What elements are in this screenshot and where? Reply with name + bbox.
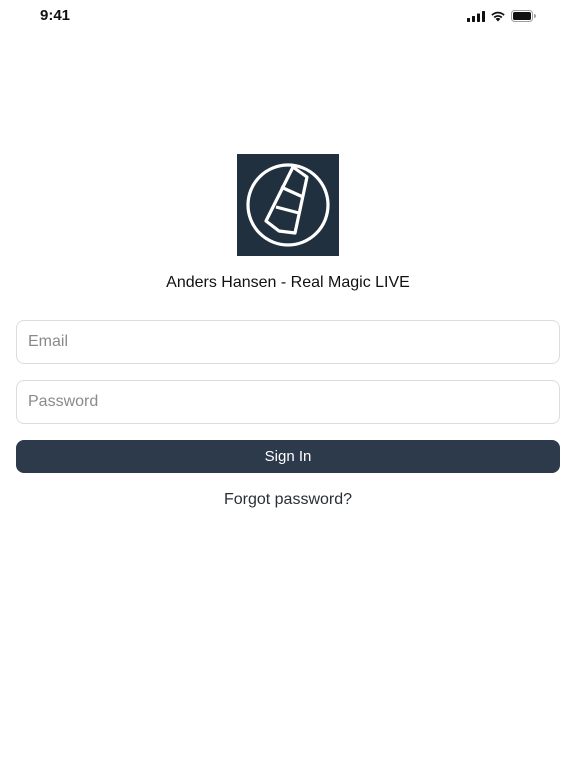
status-time: 9:41 [40, 7, 71, 24]
app-logo [237, 154, 339, 256]
buoy-logo-icon [246, 163, 330, 247]
email-field-container [16, 320, 560, 364]
login-screen: 9:41 Anders Hansen - Real Magic LIVE Ema… [0, 0, 576, 768]
sign-in-button[interactable]: Sign In [16, 440, 560, 473]
wifi-icon [491, 11, 505, 22]
status-bar: 9:41 [0, 0, 576, 32]
battery-icon [511, 10, 536, 22]
status-icons [467, 10, 536, 22]
forgot-password-link[interactable]: Forgot password? [0, 491, 576, 509]
password-field-container [16, 380, 560, 424]
app-title: Anders Hansen - Real Magic LIVE [166, 274, 410, 291]
password-input[interactable] [17, 381, 559, 423]
cellular-signal-icon [467, 10, 485, 22]
email-input[interactable] [17, 321, 559, 363]
